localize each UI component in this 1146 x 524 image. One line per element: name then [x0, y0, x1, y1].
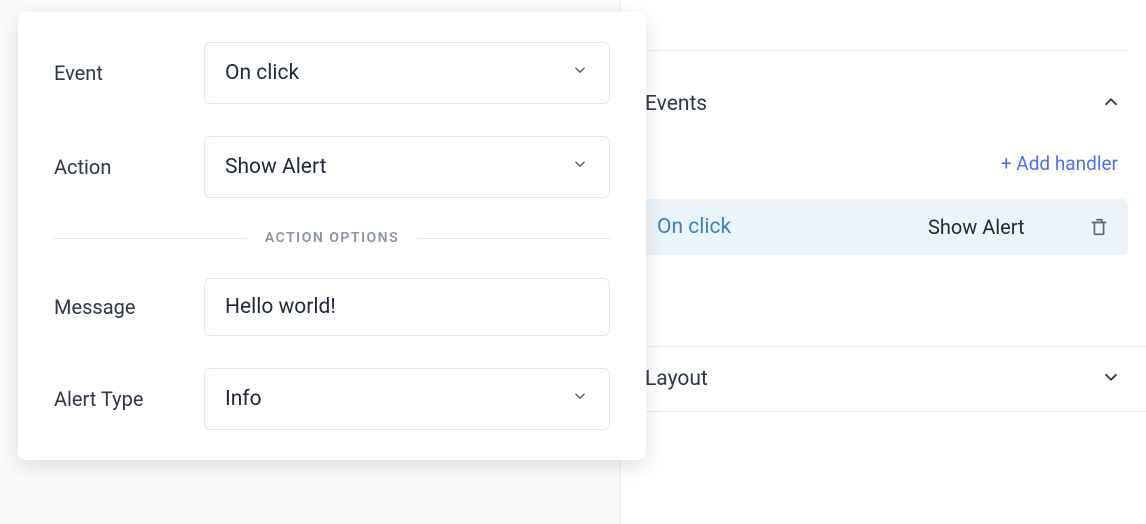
handler-action-name: Show Alert: [873, 215, 1081, 239]
action-options-divider: ACTION OPTIONS: [54, 230, 610, 246]
layout-section-header[interactable]: Layout: [621, 347, 1146, 411]
trash-icon: [1088, 223, 1110, 242]
message-field-label: Message: [54, 295, 204, 319]
delete-handler-button[interactable]: [1088, 216, 1110, 238]
event-editor-popover: Event On click Action Show Alert ACTION …: [18, 12, 646, 460]
chevron-down-icon: [1100, 366, 1122, 392]
message-field-row: Message Hello world!: [54, 278, 610, 336]
add-handler-button[interactable]: + Add handler: [1001, 152, 1118, 175]
action-field-row: Action Show Alert: [54, 136, 610, 198]
layout-section: Layout: [621, 346, 1146, 412]
add-handler-row: + Add handler: [621, 136, 1146, 199]
event-field-row: Event On click: [54, 42, 610, 104]
event-select-value: On click: [225, 61, 299, 85]
chevron-down-icon: [571, 387, 589, 411]
events-title: Events: [645, 92, 707, 116]
event-field-label: Event: [54, 61, 204, 85]
chevron-down-icon: [571, 155, 589, 179]
handler-event-name: On click: [657, 215, 865, 239]
events-section: Events + Add handler On click Show Alert: [621, 72, 1146, 255]
message-input-value: Hello world!: [225, 295, 336, 319]
message-input[interactable]: Hello world!: [204, 278, 610, 336]
divider-line: [54, 238, 247, 239]
alert-type-select[interactable]: Info: [204, 368, 610, 430]
alert-type-field-row: Alert Type Info: [54, 368, 610, 430]
chevron-up-icon: [1100, 91, 1122, 117]
alert-type-select-value: Info: [225, 387, 262, 411]
event-select[interactable]: On click: [204, 42, 610, 104]
divider: [639, 50, 1128, 51]
action-select[interactable]: Show Alert: [204, 136, 610, 198]
event-handler-row[interactable]: On click Show Alert: [639, 199, 1128, 255]
events-section-header[interactable]: Events: [621, 72, 1146, 136]
action-select-value: Show Alert: [225, 155, 326, 179]
chevron-down-icon: [571, 61, 589, 85]
divider-line: [417, 238, 610, 239]
properties-sidebar: Events + Add handler On click Show Alert…: [620, 0, 1146, 524]
layout-title: Layout: [645, 367, 708, 391]
alert-type-field-label: Alert Type: [54, 387, 204, 411]
action-options-label: ACTION OPTIONS: [265, 230, 399, 246]
action-field-label: Action: [54, 155, 204, 179]
